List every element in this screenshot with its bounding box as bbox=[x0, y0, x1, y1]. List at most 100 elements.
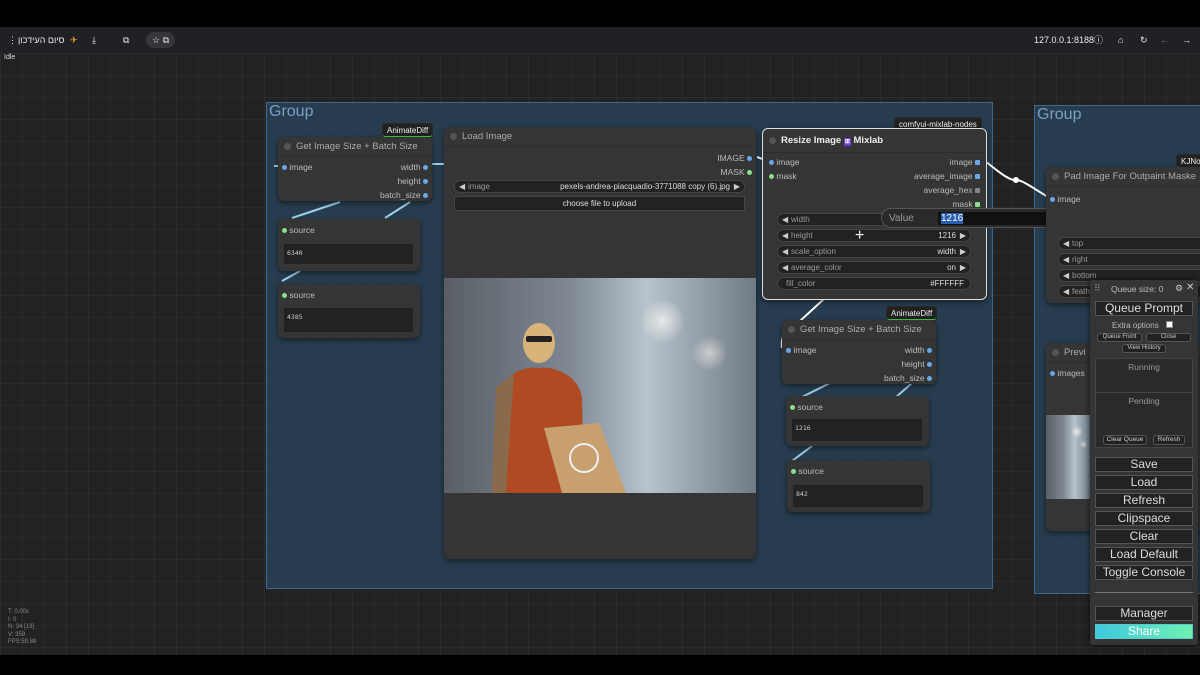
top-widget[interactable]: ◀ top bbox=[1058, 237, 1200, 250]
output-port-average-hex[interactable]: average_hex bbox=[923, 185, 980, 195]
port-dot-icon[interactable] bbox=[786, 348, 791, 354]
source-node[interactable]: source 1216 bbox=[786, 396, 929, 446]
node-header[interactable]: Resize Image ⊞ Mixlab bbox=[763, 129, 986, 153]
menu-dots-icon[interactable]: ⋮ bbox=[8, 32, 17, 48]
choose-file-button[interactable]: choose file to upload bbox=[454, 196, 745, 211]
port-dot-icon[interactable] bbox=[282, 293, 287, 299]
output-port-image[interactable]: image bbox=[949, 157, 980, 167]
queue-menu[interactable]: ⠿ Queue size: 0 ⚙ ✕ Queue Prompt Extra o… bbox=[1090, 280, 1198, 645]
extensions-puzzle-icon[interactable]: ⧉ bbox=[123, 32, 129, 48]
port-dot-icon[interactable] bbox=[975, 202, 980, 208]
output-port-image[interactable]: IMAGE bbox=[717, 153, 752, 163]
port-dot-icon[interactable] bbox=[282, 165, 287, 171]
node-header[interactable]: Get Image Size + Batch Size bbox=[278, 137, 432, 157]
port-dot-icon[interactable] bbox=[1050, 371, 1055, 377]
port-dot-icon[interactable] bbox=[791, 469, 796, 475]
extra-options-checkbox[interactable] bbox=[1166, 321, 1173, 328]
output-port-height[interactable]: height bbox=[901, 359, 932, 369]
download-icon[interactable]: ⤓ bbox=[92, 32, 96, 48]
height-widget[interactable]: ◀ height 1216 ▶ bbox=[777, 229, 971, 242]
close-icon[interactable]: ✕ bbox=[1186, 282, 1194, 293]
source-node[interactable]: source 842 bbox=[787, 460, 930, 512]
close-button[interactable]: Close bbox=[1146, 333, 1191, 342]
arrow-left-icon[interactable]: ◀ bbox=[782, 230, 788, 241]
port-dot-icon[interactable] bbox=[747, 156, 752, 162]
arrow-left-icon[interactable]: ◀ bbox=[782, 262, 788, 273]
clear-button[interactable]: Clear bbox=[1095, 529, 1193, 544]
queue-front-button[interactable]: Queue Front bbox=[1097, 333, 1142, 342]
arrow-left-icon[interactable]: ◀ bbox=[1063, 254, 1069, 265]
load-default-button[interactable]: Load Default bbox=[1095, 547, 1193, 562]
port-dot-icon[interactable] bbox=[1050, 197, 1055, 203]
port-dot-icon[interactable] bbox=[975, 174, 980, 180]
port-dot-icon[interactable] bbox=[769, 160, 774, 166]
clipspace-button[interactable]: Clipspace bbox=[1095, 511, 1193, 526]
port-dot-icon[interactable] bbox=[423, 179, 428, 185]
arrow-left-icon[interactable]: ◀ bbox=[782, 246, 788, 257]
back-icon[interactable]: ← bbox=[1160, 32, 1169, 48]
node-header[interactable]: Get Image Size + Batch Size bbox=[782, 320, 936, 340]
source-header[interactable]: source bbox=[282, 290, 315, 300]
fill-color-widget[interactable]: fill_color #FFFFFF bbox=[777, 277, 971, 290]
queue-prompt-button[interactable]: Queue Prompt bbox=[1095, 301, 1193, 316]
arrow-right-icon[interactable]: ▶ bbox=[960, 230, 966, 241]
node-header[interactable]: Pad Image For Outpaint Maske bbox=[1046, 167, 1200, 187]
site-info-icon[interactable]: ⓘ bbox=[1094, 32, 1103, 48]
port-dot-icon[interactable] bbox=[423, 165, 428, 171]
load-button[interactable]: Load bbox=[1095, 475, 1193, 490]
scale-option-widget[interactable]: ◀ scale_option width ▶ bbox=[777, 245, 971, 258]
port-dot-icon[interactable] bbox=[927, 362, 932, 368]
save-button[interactable]: Save bbox=[1095, 457, 1193, 472]
port-dot-icon[interactable] bbox=[927, 348, 932, 354]
port-dot-icon[interactable] bbox=[769, 174, 774, 180]
clear-queue-button[interactable]: Clear Queue bbox=[1103, 435, 1147, 445]
collapse-dot-icon[interactable] bbox=[284, 143, 291, 150]
output-port-batch-size[interactable]: batch_size bbox=[380, 190, 428, 200]
arrow-right-icon[interactable]: ▶ bbox=[960, 246, 966, 257]
output-port-width[interactable]: width bbox=[905, 345, 932, 355]
input-port-images[interactable]: images bbox=[1050, 368, 1085, 378]
output-port-batch-size[interactable]: batch_size bbox=[884, 373, 932, 383]
input-port-image[interactable]: image bbox=[786, 345, 817, 355]
source-header[interactable]: source bbox=[282, 225, 315, 235]
node-canvas[interactable]: Idle Group Group AnimateDiff Get Image S… bbox=[0, 53, 1200, 655]
refresh-button[interactable]: Refresh bbox=[1095, 493, 1193, 508]
output-port-height[interactable]: height bbox=[397, 176, 428, 186]
arrow-right-icon[interactable]: ▶ bbox=[734, 181, 740, 192]
arrow-left-icon[interactable]: ◀ bbox=[1063, 286, 1069, 297]
source-header[interactable]: source bbox=[791, 466, 824, 476]
right-widget[interactable]: ◀ right bbox=[1058, 253, 1200, 266]
forward-icon[interactable]: → bbox=[1182, 32, 1191, 48]
source-node[interactable]: source 4385 bbox=[278, 284, 420, 338]
source-node[interactable]: source 6340 bbox=[278, 219, 420, 271]
home-icon[interactable]: ⌂ bbox=[1118, 32, 1123, 48]
arrow-left-icon[interactable]: ◀ bbox=[782, 214, 788, 225]
toggle-console-button[interactable]: Toggle Console bbox=[1095, 565, 1193, 580]
url-text[interactable]: 127.0.0.1:8188 bbox=[1034, 32, 1094, 48]
source-value[interactable]: 6340 bbox=[284, 244, 413, 264]
output-port-mask[interactable]: MASK bbox=[721, 167, 752, 177]
manager-button[interactable]: Manager bbox=[1095, 606, 1193, 621]
browser-tab-label[interactable]: סיום העידכון bbox=[18, 32, 65, 48]
source-value[interactable]: 4385 bbox=[284, 308, 413, 332]
collapse-dot-icon[interactable] bbox=[1052, 173, 1059, 180]
get-image-size-node[interactable]: Get Image Size + Batch Size image width … bbox=[782, 320, 936, 384]
arrow-left-icon[interactable]: ◀ bbox=[459, 181, 465, 192]
input-port-image[interactable]: image bbox=[282, 162, 313, 172]
arrow-right-icon[interactable]: ▶ bbox=[960, 262, 966, 273]
port-dot-icon[interactable] bbox=[423, 193, 428, 199]
input-port-image[interactable]: image bbox=[1050, 194, 1081, 204]
source-value[interactable]: 1216 bbox=[792, 419, 922, 441]
source-header[interactable]: source bbox=[790, 402, 823, 412]
refresh-queue-button[interactable]: Refresh bbox=[1153, 435, 1185, 445]
share-button[interactable]: Share bbox=[1095, 624, 1193, 639]
port-dot-icon[interactable] bbox=[282, 228, 287, 234]
view-history-button[interactable]: View History bbox=[1122, 344, 1166, 353]
get-image-size-node[interactable]: Get Image Size + Batch Size image width … bbox=[278, 137, 432, 201]
average-color-widget[interactable]: ◀ average_color on ▶ bbox=[777, 261, 971, 274]
port-dot-icon[interactable] bbox=[975, 188, 980, 194]
port-dot-icon[interactable] bbox=[975, 160, 980, 166]
output-port-width[interactable]: width bbox=[401, 162, 428, 172]
node-header[interactable]: Load Image bbox=[444, 127, 756, 147]
load-image-node[interactable]: Load Image IMAGE MASK ◀ image pexels-and… bbox=[444, 127, 756, 559]
